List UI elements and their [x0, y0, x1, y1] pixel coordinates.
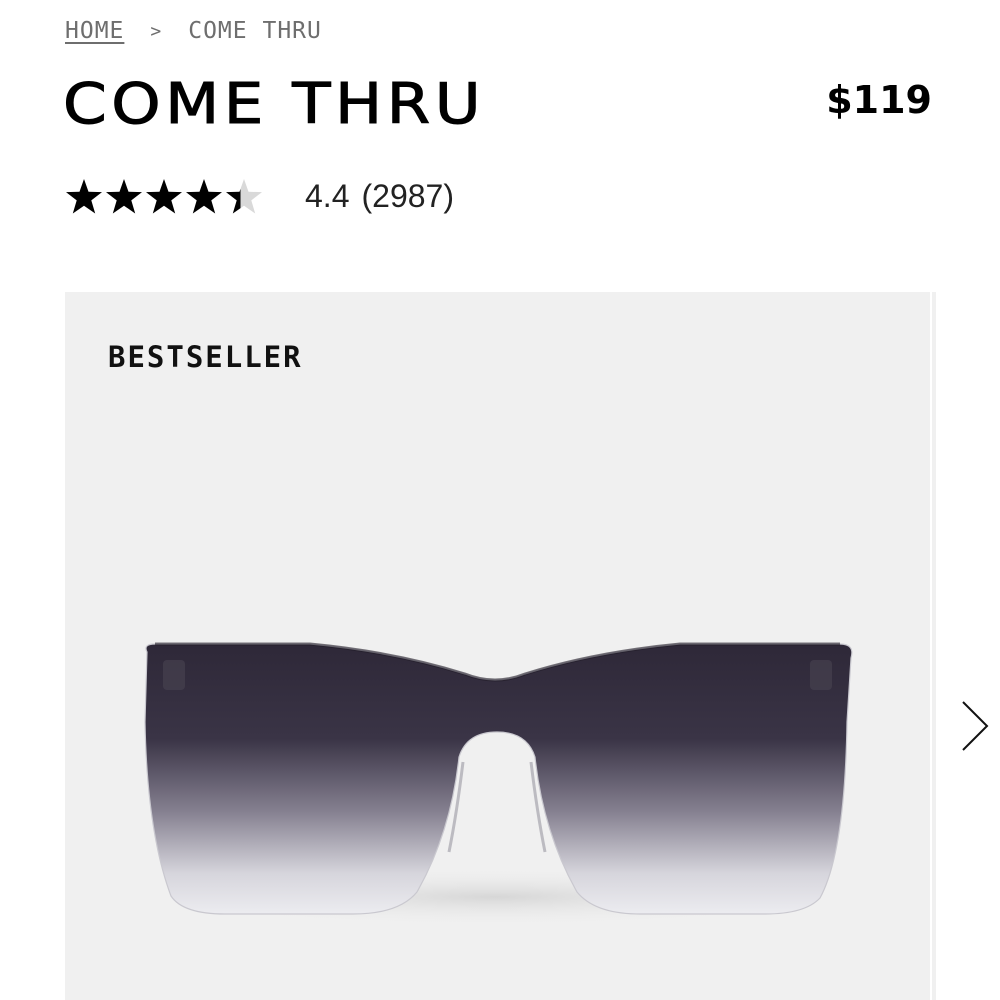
star-icon: [66, 179, 102, 214]
star-rating: [65, 178, 263, 215]
star-icon: [226, 179, 262, 214]
rating-summary: 4.4 (2987): [305, 178, 454, 215]
product-page: HOME > COME THRU COME THRU $119 4.4 (2987…: [0, 0, 1000, 1000]
next-slide-preview: [932, 292, 936, 1000]
product-image-gallery[interactable]: BESTSELLER: [65, 292, 930, 1000]
product-price: $119: [826, 78, 932, 122]
breadcrumb-current: COME THRU: [188, 18, 322, 44]
breadcrumb-home-link[interactable]: HOME: [65, 18, 124, 44]
product-title: COME THRU: [62, 72, 486, 138]
chevron-right-icon: [962, 701, 989, 751]
star-icon: [186, 179, 222, 214]
bestseller-badge: BESTSELLER: [108, 340, 303, 374]
rating-value: 4.4: [305, 178, 350, 214]
breadcrumb: HOME > COME THRU: [65, 18, 322, 44]
gallery-next-button[interactable]: [955, 698, 995, 754]
review-count[interactable]: (2987): [361, 178, 454, 214]
product-rating[interactable]: 4.4 (2987): [65, 178, 454, 215]
product-image-sunglasses: [135, 642, 855, 927]
star-icon: [146, 179, 182, 214]
star-icon: [106, 179, 142, 214]
breadcrumb-separator: >: [150, 20, 163, 42]
